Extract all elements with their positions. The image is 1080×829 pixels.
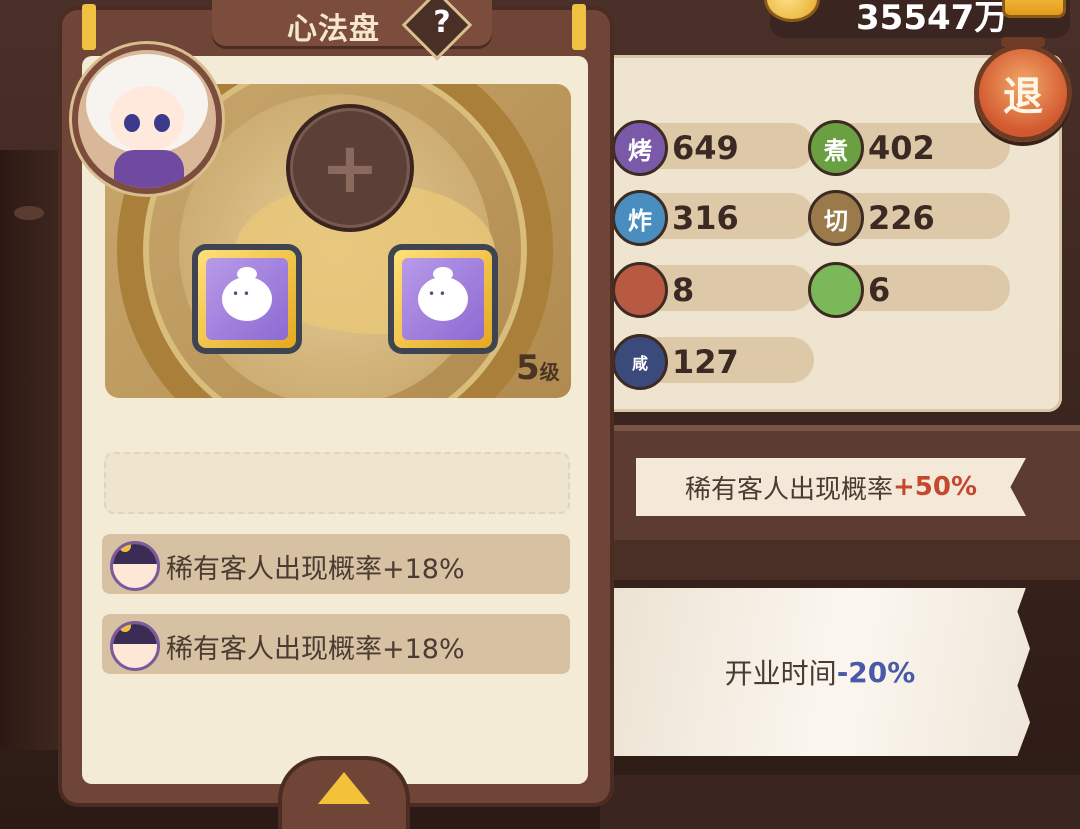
level-number: 5 — [516, 348, 540, 388]
help-icon[interactable]: ? — [420, 2, 464, 46]
currency-bar: 35547万 — [764, 0, 1070, 38]
panel-title: 心法盘 — [287, 12, 380, 47]
empty-buff-slot — [104, 452, 570, 514]
rare-customer-bonus: 稀有客人出现概率 +50% — [636, 458, 1026, 516]
avatar-body — [114, 150, 184, 188]
skill-card-right[interactable] — [388, 244, 498, 354]
stat-value: 127 — [672, 343, 739, 381]
stat-value: 6 — [868, 271, 891, 309]
opening-time-bonus: 开业时间 -20% — [610, 588, 1030, 756]
skill-card-left[interactable] — [192, 244, 302, 354]
buff-row: 稀有客人出现概率+18% — [102, 534, 570, 594]
stat-vegetable: 6 — [808, 262, 1010, 318]
salty-icon: 咸 — [612, 334, 668, 390]
add-slot-button[interactable]: + — [286, 104, 414, 232]
cabbage-icon — [808, 262, 864, 318]
baby-icon — [222, 267, 272, 321]
shelf — [600, 775, 1080, 829]
card-frame — [198, 250, 296, 348]
stat-meat: 8 — [612, 262, 814, 318]
buff-text: 稀有客人出现概率+18% — [166, 634, 465, 665]
stat-value: 649 — [672, 129, 739, 167]
stat-value: 8 — [672, 271, 695, 309]
stat-value: 402 — [868, 129, 935, 167]
fry-icon: 炸 — [612, 190, 668, 246]
stat-roast: 烤 649 — [612, 120, 814, 176]
roast-icon: 烤 — [612, 120, 668, 176]
coin-icon — [764, 0, 820, 22]
character-avatar-icon — [110, 621, 160, 671]
open-time-label: 开业时间 — [724, 657, 837, 690]
disc-level: 5级 — [516, 348, 560, 388]
character-avatar-icon — [110, 541, 160, 591]
panel-peg — [572, 4, 586, 50]
stat-value: 316 — [672, 199, 739, 237]
card-face — [206, 258, 288, 340]
stat-fry: 炸 316 — [612, 190, 814, 246]
panel-peg — [82, 4, 96, 50]
chef-avatar[interactable] — [72, 44, 222, 194]
door-knob — [14, 206, 44, 220]
card-face — [402, 258, 484, 340]
stat-boil: 煮 402 — [808, 120, 1010, 176]
rare-bonus-label: 稀有客人出现概率 — [684, 474, 893, 505]
exit-button[interactable]: 退 — [974, 37, 1072, 142]
buff-row: 稀有客人出现概率+18% — [102, 614, 570, 674]
avatar-eye — [154, 114, 170, 132]
open-time-value: -20% — [836, 655, 916, 689]
background-door — [0, 150, 64, 750]
avatar-face — [110, 86, 184, 152]
arrow-up-icon[interactable] — [318, 772, 370, 804]
baby-icon — [418, 267, 468, 321]
card-frame — [394, 250, 492, 348]
add-currency-button[interactable] — [1002, 0, 1066, 18]
cut-icon: 切 — [808, 190, 864, 246]
stat-cut: 切 226 — [808, 190, 1010, 246]
meat-icon — [612, 262, 668, 318]
rare-bonus-value: +50% — [892, 472, 978, 502]
avatar-eye — [124, 114, 140, 132]
buff-text: 稀有客人出现概率+18% — [166, 554, 465, 585]
boil-icon: 煮 — [808, 120, 864, 176]
stat-value: 226 — [868, 199, 935, 237]
level-unit: 级 — [539, 360, 560, 384]
shelf — [600, 540, 1080, 580]
stat-salty: 咸 127 — [612, 334, 814, 390]
currency-amount: 35547万 — [856, 0, 1009, 38]
